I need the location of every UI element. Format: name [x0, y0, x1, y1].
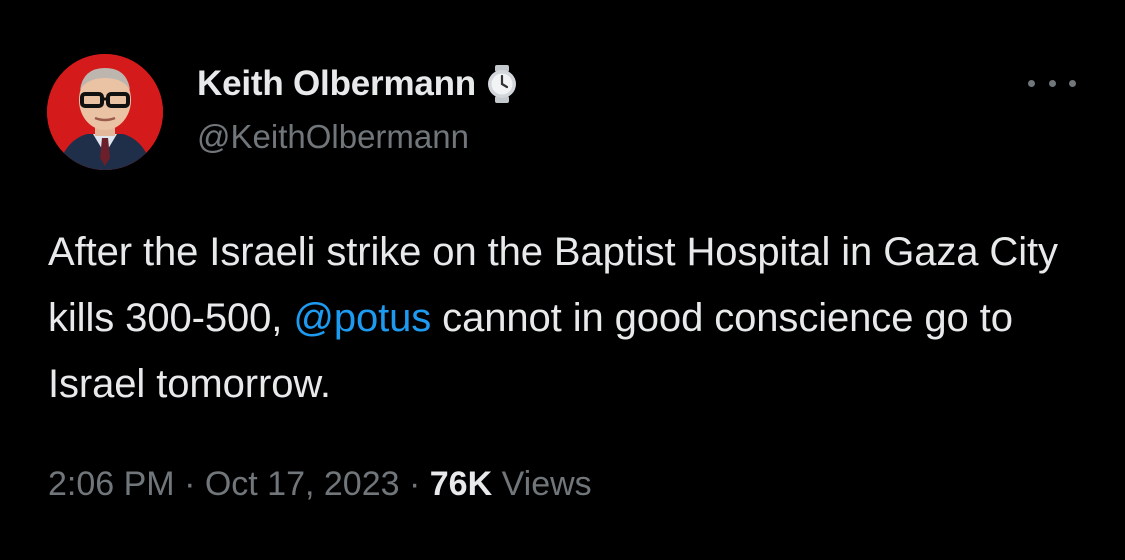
author-name[interactable]: Keith Olbermann: [197, 64, 476, 104]
profile-photo-icon: [47, 54, 163, 170]
meta-separator: ·: [174, 465, 205, 503]
views-label: Views: [492, 465, 592, 503]
more-dot: [1048, 79, 1056, 87]
tweet-time[interactable]: 2:06 PM: [48, 465, 175, 503]
tweet-meta: 2:06 PM · Oct 17, 2023 · 76K Views: [48, 465, 592, 504]
meta-separator: ·: [399, 465, 430, 503]
mention-link[interactable]: @potus: [293, 296, 431, 340]
views-count: 76K: [429, 465, 493, 503]
tweet-date[interactable]: Oct 17, 2023: [205, 465, 400, 503]
watch-icon: [484, 64, 520, 104]
name-row: Keith Olbermann: [197, 62, 520, 106]
more-dot: [1028, 79, 1035, 87]
author-handle[interactable]: @KeithOlbermann: [197, 118, 520, 156]
tweet-header: Keith Olbermann @KeithOlbermann: [197, 62, 520, 156]
tweet-text: After the Israeli strike on the Baptist …: [48, 219, 1078, 417]
avatar[interactable]: [47, 54, 163, 170]
more-dot: [1069, 79, 1076, 87]
more-icon[interactable]: [1028, 68, 1076, 98]
tweet-card: Keith Olbermann @KeithOlbermann After th…: [0, 0, 1125, 560]
